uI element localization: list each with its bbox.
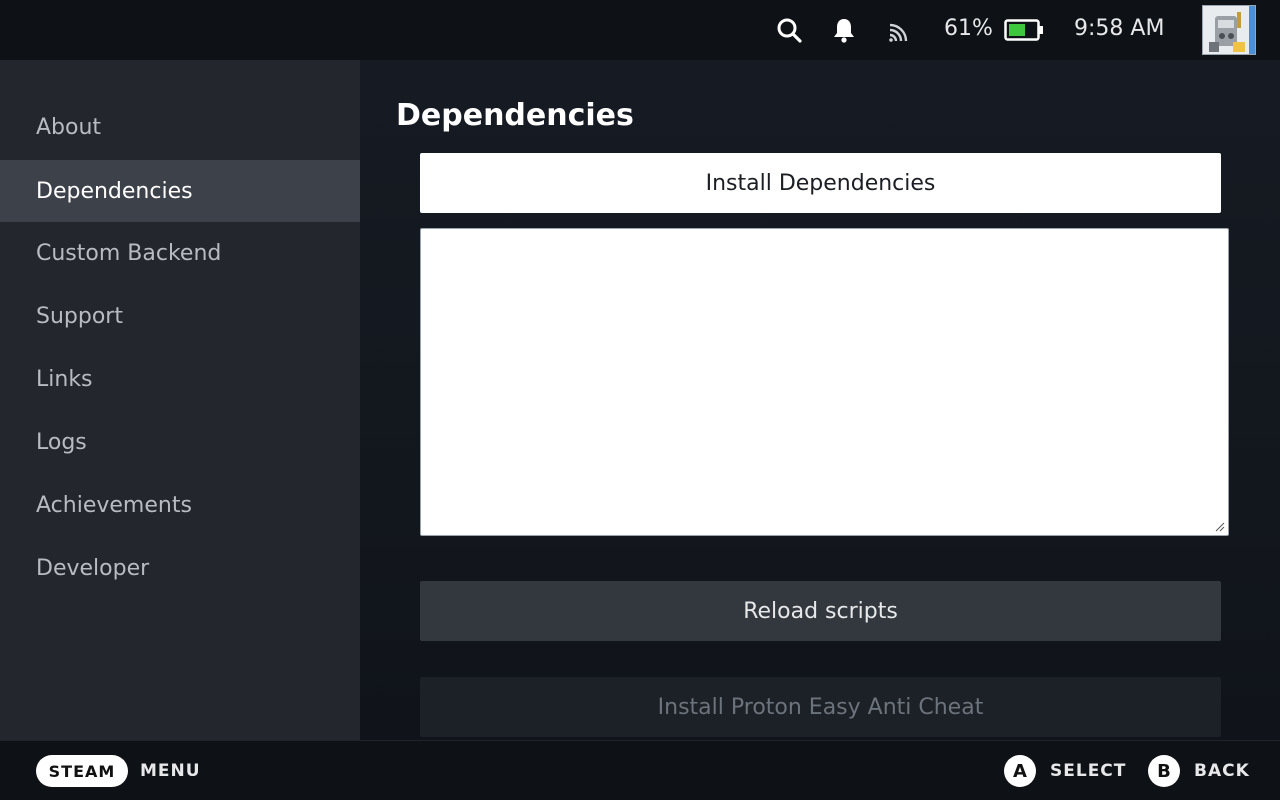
select-label: SELECT — [1050, 761, 1127, 781]
main-panel: Dependencies Install Dependencies Reload… — [360, 60, 1280, 740]
b-button-icon[interactable]: B — [1148, 755, 1180, 787]
resize-grip-icon[interactable] — [1215, 522, 1225, 532]
sidebar-item-custom-backend[interactable]: Custom Backend — [0, 222, 360, 284]
clock: 9:58 AM — [1074, 16, 1165, 41]
sidebar-item-support[interactable]: Support — [0, 285, 360, 347]
bell-icon[interactable] — [829, 14, 859, 46]
a-button-icon[interactable]: A — [1004, 755, 1036, 787]
sidebar-item-label: Developer — [36, 555, 150, 581]
sidebar-item-label: About — [36, 114, 102, 140]
status-bar: 61% 9:58 AM — [0, 0, 1280, 60]
sidebar-item-label: Links — [36, 366, 93, 392]
sidebar: About Dependencies Custom Backend Suppor… — [0, 60, 360, 740]
steam-button[interactable]: STEAM — [36, 755, 128, 787]
sidebar-item-label: Support — [36, 303, 123, 329]
sidebar-item-achievements[interactable]: Achievements — [0, 474, 360, 536]
battery-icon — [1004, 19, 1044, 41]
battery-percent: 61% — [944, 16, 993, 41]
sidebar-item-label: Logs — [36, 429, 87, 455]
sidebar-item-label: Custom Backend — [36, 240, 222, 266]
steam-deck-screen: 61% 9:58 AM About Dependencies Custom Ba… — [0, 0, 1280, 800]
sidebar-item-developer[interactable]: Developer — [0, 537, 360, 599]
sidebar-item-dependencies[interactable]: Dependencies — [0, 160, 360, 222]
avatar[interactable] — [1202, 5, 1256, 55]
sidebar-item-label: Achievements — [36, 492, 192, 518]
reload-scripts-button[interactable]: Reload scripts — [420, 581, 1221, 641]
log-output-textarea[interactable] — [420, 228, 1229, 536]
cast-icon — [886, 14, 916, 46]
sidebar-item-about[interactable]: About — [0, 96, 360, 158]
sidebar-item-links[interactable]: Links — [0, 348, 360, 410]
back-label: BACK — [1194, 761, 1250, 781]
bottom-bar: STEAM MENU A SELECT B BACK — [0, 740, 1280, 800]
install-proton-eac-button[interactable]: Install Proton Easy Anti Cheat — [420, 677, 1221, 737]
install-dependencies-button[interactable]: Install Dependencies — [420, 153, 1221, 213]
sidebar-item-logs[interactable]: Logs — [0, 411, 360, 473]
menu-label: MENU — [140, 761, 201, 781]
page-title: Dependencies — [396, 98, 634, 133]
search-icon[interactable] — [774, 14, 804, 46]
sidebar-item-label: Dependencies — [36, 178, 193, 204]
